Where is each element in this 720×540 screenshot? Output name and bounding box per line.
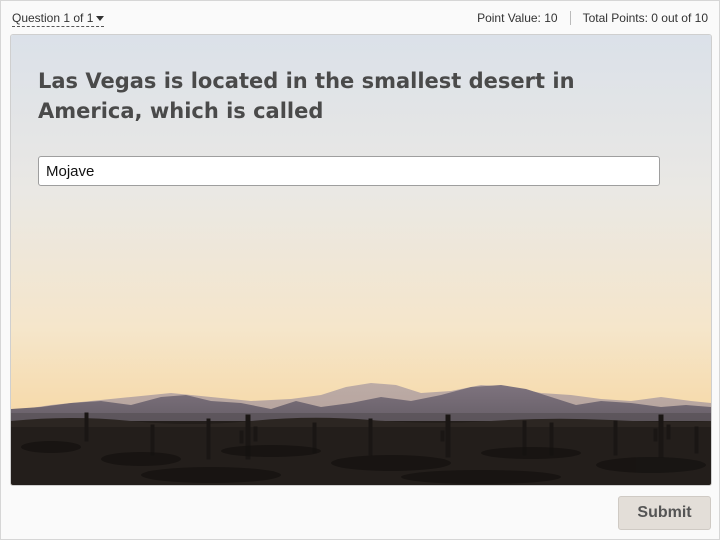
question-text: Las Vegas is located in the smallest des… <box>38 69 575 123</box>
quiz-window: Question 1 of 1 Point Value: 10 Total Po… <box>0 0 720 540</box>
total-points: Total Points: 0 out of 10 <box>582 11 708 25</box>
chevron-down-icon <box>96 15 105 21</box>
question-navigator[interactable]: Question 1 of 1 <box>12 11 105 27</box>
divider <box>569 11 571 25</box>
answer-input[interactable] <box>38 156 660 186</box>
point-value: Point Value: 10 <box>477 11 558 25</box>
question-slide: Las Vegas is located in the smallest des… <box>10 34 712 486</box>
points-info: Point Value: 10 Total Points: 0 out of 1… <box>477 11 708 25</box>
submit-button[interactable]: Submit <box>618 496 711 530</box>
question-nav-label: Question 1 of 1 <box>12 11 94 25</box>
quiz-header: Question 1 of 1 Point Value: 10 Total Po… <box>1 1 719 33</box>
